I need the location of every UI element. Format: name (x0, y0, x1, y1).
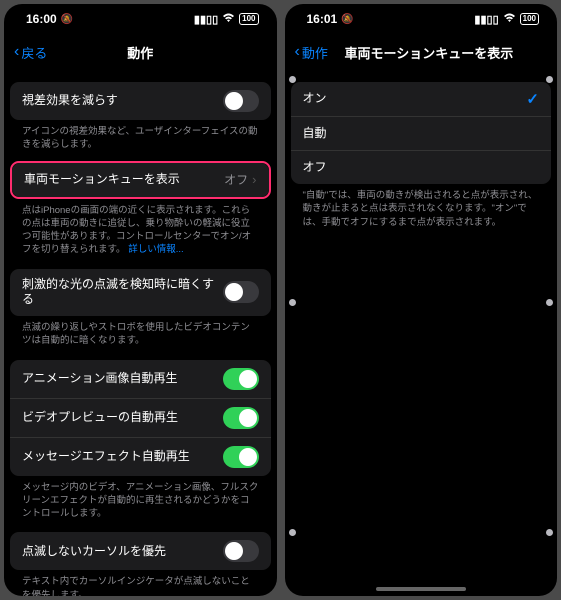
status-bar: 16:01 🔕 ▮▮▯▯ 100 (285, 4, 558, 34)
toggle-reduce-motion[interactable] (223, 90, 259, 112)
learn-more-link[interactable]: 詳しい情報... (128, 244, 183, 255)
row-label: オン (303, 91, 527, 107)
toggle-autoplay-animation[interactable] (223, 368, 259, 390)
settings-content[interactable]: 視差効果を減らす アイコンの視差効果など、ユーザインターフェイスの動きを減らしま… (4, 70, 277, 596)
option-off[interactable]: オフ (291, 150, 552, 184)
row-autoplay-animation[interactable]: アニメーション画像自動再生 (10, 360, 271, 398)
dnd-icon: 🔕 (61, 14, 73, 25)
row-autoplay-message-effects[interactable]: メッセージエフェクト自動再生 (10, 437, 271, 476)
motion-cue-dot (546, 529, 553, 536)
row-label: アニメーション画像自動再生 (22, 371, 223, 387)
footer-text: "自動"では、車両の動きが検出されると点が表示され、動きが止まると点は表示されな… (291, 184, 552, 229)
row-value: オフ (224, 171, 248, 188)
chevron-left-icon: ‹ (14, 44, 19, 60)
row-label: 点滅しないカーソルを優先 (22, 544, 223, 560)
chevron-left-icon: ‹ (295, 44, 300, 60)
settings-block: 刺激的な光の点滅を検知時に暗くする (10, 269, 271, 316)
row-label: オフ (303, 160, 540, 176)
settings-block: アニメーション画像自動再生 ビデオプレビューの自動再生 メッセージエフェクト自動… (10, 360, 271, 476)
settings-block: 車両モーションキューを表示 オフ › (12, 163, 269, 197)
battery-icon: 100 (520, 13, 539, 25)
row-non-blinking-cursor[interactable]: 点滅しないカーソルを優先 (10, 532, 271, 570)
phone-right: 16:01 🔕 ▮▮▯▯ 100 ‹ 動作 車両モーションキューを表示 オン ✓ (285, 4, 558, 596)
group-autoplay: アニメーション画像自動再生 ビデオプレビューの自動再生 メッセージエフェクト自動… (10, 360, 271, 521)
group-dim-flashing: 刺激的な光の点滅を検知時に暗くする 点滅の繰り返しやストロボを使用したビデオコン… (10, 269, 271, 348)
settings-block: オン ✓ 自動 オフ (291, 82, 552, 184)
status-time: 16:01 (307, 12, 338, 26)
back-button[interactable]: ‹ 戻る (14, 43, 47, 62)
footer-text: 点滅の繰り返しやストロボを使用したビデオコンテンツは自動的に暗くなります。 (10, 316, 271, 348)
motion-cue-dot (546, 76, 553, 83)
row-reduce-motion[interactable]: 視差効果を減らす (10, 82, 271, 120)
signal-icon: ▮▮▯▯ (474, 13, 498, 26)
toggle-autoplay-message-effects[interactable] (223, 446, 259, 468)
nav-bar: ‹ 戻る 動作 (4, 34, 277, 70)
checkmark-icon: ✓ (526, 90, 539, 108)
row-label: 刺激的な光の点滅を検知時に暗くする (22, 277, 223, 308)
back-label: 動作 (302, 43, 328, 62)
motion-cue-dot (289, 299, 296, 306)
settings-block: 視差効果を減らす (10, 82, 271, 120)
footer-text: メッセージ内のビデオ、アニメーション画像、フルスクリーンエフェクトが自動的に再生… (10, 476, 271, 521)
group-reduce-motion: 視差効果を減らす アイコンの視差効果など、ユーザインターフェイスの動きを減らしま… (10, 82, 271, 152)
home-indicator[interactable] (376, 587, 466, 591)
group-options: オン ✓ 自動 オフ "自動"では、車両の動きが検出されると点が表示され、動きが… (291, 82, 552, 229)
status-bar: 16:00 🔕 ▮▮▯▯ 100 (4, 4, 277, 34)
toggle-dim-flashing[interactable] (223, 281, 259, 303)
motion-cue-dot (289, 76, 296, 83)
status-time: 16:00 (26, 12, 57, 26)
motion-cue-dot (546, 299, 553, 306)
group-cursor: 点滅しないカーソルを優先 テキスト内でカーソルインジケータが点滅しないことを優先… (10, 532, 271, 596)
chevron-right-icon: › (252, 172, 256, 187)
signal-icon: ▮▮▯▯ (194, 13, 218, 26)
row-label: ビデオプレビューの自動再生 (22, 410, 223, 426)
dnd-icon: 🔕 (341, 14, 353, 25)
settings-content[interactable]: オン ✓ 自動 オフ "自動"では、車両の動きが検出されると点が表示され、動きが… (285, 70, 558, 596)
footer-text: 点はiPhoneの画面の端の近くに表示されます。これらの点は車両の動きに追従し、… (10, 199, 271, 257)
row-label: 車両モーションキューを表示 (24, 172, 218, 188)
row-dim-flashing[interactable]: 刺激的な光の点滅を検知時に暗くする (10, 269, 271, 316)
wifi-icon (503, 13, 516, 26)
footer-text: テキスト内でカーソルインジケータが点滅しないことを優先します。 (10, 570, 271, 596)
wifi-icon (222, 13, 235, 26)
footer-text: アイコンの視差効果など、ユーザインターフェイスの動きを減らします。 (10, 120, 271, 152)
back-button[interactable]: ‹ 動作 (295, 43, 328, 62)
page-title: 車両モーションキューを表示 (345, 43, 514, 62)
option-auto[interactable]: 自動 (291, 116, 552, 150)
highlighted-row-frame: 車両モーションキューを表示 オフ › (10, 161, 271, 199)
option-on[interactable]: オン ✓ (291, 82, 552, 116)
row-label: メッセージエフェクト自動再生 (22, 449, 223, 465)
row-vehicle-motion-cue[interactable]: 車両モーションキューを表示 オフ › (12, 163, 269, 197)
row-label: 視差効果を減らす (22, 93, 223, 109)
motion-cue-dot (289, 529, 296, 536)
battery-icon: 100 (239, 13, 258, 25)
nav-bar: ‹ 動作 車両モーションキューを表示 (285, 34, 558, 70)
phone-left: 16:00 🔕 ▮▮▯▯ 100 ‹ 戻る 動作 視差効果を減らす アイコン (4, 4, 277, 596)
toggle-non-blinking-cursor[interactable] (223, 540, 259, 562)
row-autoplay-video-preview[interactable]: ビデオプレビューの自動再生 (10, 398, 271, 437)
settings-block: 点滅しないカーソルを優先 (10, 532, 271, 570)
toggle-autoplay-video-preview[interactable] (223, 407, 259, 429)
row-label: 自動 (303, 126, 540, 142)
back-label: 戻る (21, 43, 47, 62)
